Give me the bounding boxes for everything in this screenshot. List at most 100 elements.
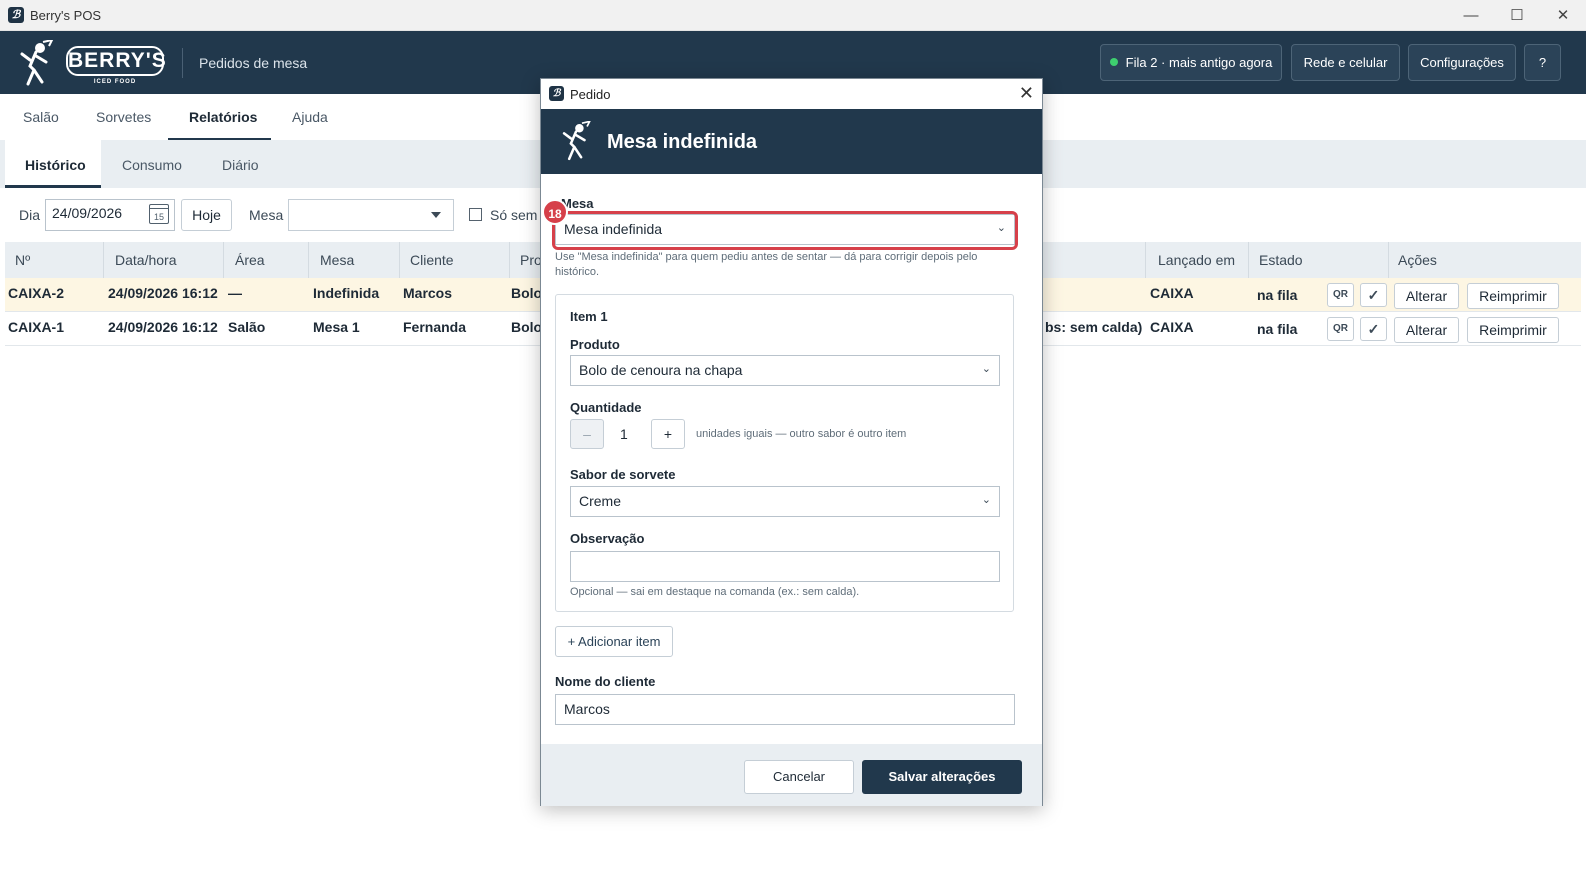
queue-status-button[interactable]: Fila 2 · mais antigo agora xyxy=(1100,44,1282,81)
note-input[interactable] xyxy=(570,551,1000,582)
queue-status-label: Fila 2 · mais antigo agora xyxy=(1125,55,1273,70)
add-item-button[interactable]: + Adicionar item xyxy=(555,626,673,657)
app-icon: ℬ xyxy=(549,86,564,101)
settings-button[interactable]: Configurações xyxy=(1408,44,1516,81)
col-datetime[interactable]: Data/hora xyxy=(115,252,176,268)
active-subtab-indicator xyxy=(5,185,101,188)
col-num[interactable]: Nº xyxy=(15,252,30,268)
mascot-icon xyxy=(20,40,54,86)
quantity-hint: unidades iguais — outro sabor é outro it… xyxy=(696,428,907,440)
day-date-input[interactable]: 24/09/2026 15 xyxy=(45,199,175,231)
cell-client: Marcos xyxy=(403,285,453,301)
cell-area: Salão xyxy=(228,319,266,335)
close-window-button[interactable]: ✕ xyxy=(1540,0,1586,31)
window-title: Berry's POS xyxy=(30,8,102,23)
product-select[interactable]: Bolo de cenoura na chapa ⌄ xyxy=(570,355,1000,386)
product-select-value: Bolo de cenoura na chapa xyxy=(579,362,743,378)
col-client[interactable]: Cliente xyxy=(410,252,454,268)
cell-num: CAIXA-1 xyxy=(8,319,65,335)
col-separator xyxy=(509,242,510,278)
tab-historico[interactable]: Histórico xyxy=(25,157,86,173)
chevron-down-icon: ⌄ xyxy=(981,494,991,506)
cell-product: Bolo xyxy=(511,319,543,335)
cancel-button[interactable]: Cancelar xyxy=(744,760,854,794)
dialog-body: Mesa Mesa indefinida ⌄ 18 Use "Mesa inde… xyxy=(541,174,1042,744)
col-separator xyxy=(399,242,400,278)
page-title: Pedidos de mesa xyxy=(199,55,308,71)
header-divider xyxy=(182,48,183,78)
qr-button[interactable]: QR xyxy=(1327,317,1354,341)
col-separator xyxy=(103,242,104,278)
order-dialog: ℬ Pedido ✕ Mesa indefinida Mesa Mesa ind… xyxy=(540,78,1043,806)
status-dot-icon xyxy=(1109,58,1118,66)
col-separator xyxy=(1145,242,1146,278)
col-product[interactable]: Pro xyxy=(520,252,542,268)
cell-state: na fila xyxy=(1257,287,1298,303)
day-date-value: 24/09/2026 xyxy=(52,205,123,221)
tab-consumo[interactable]: Consumo xyxy=(122,157,182,173)
only-without-checkbox[interactable] xyxy=(469,208,482,221)
cell-table: Mesa 1 xyxy=(313,319,360,335)
quantity-minus-button[interactable]: – xyxy=(570,419,604,449)
dialog-window-title: Pedido xyxy=(570,87,611,102)
quantity-label: Quantidade xyxy=(570,400,642,415)
reprint-button[interactable]: Reimprimir xyxy=(1467,283,1559,309)
dialog-footer: Cancelar Salvar alterações xyxy=(541,744,1042,806)
window-titlebar: ℬ Berry's POS — ☐ ✕ xyxy=(0,0,1586,31)
cell-table: Indefinida xyxy=(313,285,380,301)
note-label: Observação xyxy=(570,531,645,546)
app-icon: ℬ xyxy=(8,7,24,23)
save-button[interactable]: Salvar alterações xyxy=(862,760,1022,794)
edit-button[interactable]: Alterar xyxy=(1394,283,1459,309)
close-icon[interactable]: ✕ xyxy=(1019,83,1034,104)
cell-client: Fernanda xyxy=(403,319,467,335)
cell-datetime: 24/09/2026 16:12 xyxy=(108,319,218,335)
cell-state: na fila xyxy=(1257,321,1298,337)
quantity-plus-button[interactable]: + xyxy=(651,419,685,449)
highlight-outline xyxy=(552,211,1018,250)
client-name-input[interactable]: Marcos xyxy=(555,694,1015,725)
mesa-hint: Use "Mesa indefinida" para quem pediu an… xyxy=(555,251,978,278)
qr-button[interactable]: QR xyxy=(1327,283,1354,307)
table-filter-label: Mesa xyxy=(249,207,284,223)
mascot-icon xyxy=(562,121,591,161)
tab-relatorios[interactable]: Relatórios xyxy=(189,109,257,125)
tab-sorvetes[interactable]: Sorvetes xyxy=(96,109,151,125)
tab-diario[interactable]: Diário xyxy=(222,157,259,173)
tab-salao[interactable]: Salão xyxy=(23,109,59,125)
cell-num: CAIXA-2 xyxy=(8,285,65,301)
confirm-check-button[interactable]: ✓ xyxy=(1360,283,1387,307)
day-label: Dia xyxy=(19,207,41,223)
note-hint: Opcional — sai em destaque na comanda (e… xyxy=(570,586,860,598)
cell-area: — xyxy=(228,285,242,301)
flavor-select[interactable]: Creme ⌄ xyxy=(570,486,1000,517)
product-label: Produto xyxy=(570,337,620,352)
today-button[interactable]: Hoje xyxy=(181,199,232,231)
dialog-titlebar: ℬ Pedido ✕ xyxy=(541,79,1042,109)
logo-wordmark: BERRY'S xyxy=(66,46,166,76)
col-actions[interactable]: Ações xyxy=(1398,252,1437,268)
confirm-check-button[interactable]: ✓ xyxy=(1360,317,1387,341)
network-button[interactable]: Rede e celular xyxy=(1291,44,1400,81)
flavor-label: Sabor de sorvete xyxy=(570,467,676,482)
reprint-button[interactable]: Reimprimir xyxy=(1467,317,1559,343)
col-area[interactable]: Área xyxy=(235,252,265,268)
col-table[interactable]: Mesa xyxy=(320,252,354,268)
tab-ajuda[interactable]: Ajuda xyxy=(292,109,328,125)
edit-button[interactable]: Alterar xyxy=(1394,317,1459,343)
logo-subtitle: ICED FOOD xyxy=(93,79,137,85)
calendar-icon[interactable]: 15 xyxy=(149,204,169,224)
cell-product: Bolo xyxy=(511,285,543,301)
maximize-button[interactable]: ☐ xyxy=(1494,0,1540,31)
minimize-button[interactable]: — xyxy=(1448,0,1494,31)
col-state[interactable]: Estado xyxy=(1259,252,1303,268)
cell-datetime: 24/09/2026 16:12 xyxy=(108,285,218,301)
chevron-down-icon: ⌄ xyxy=(981,363,991,375)
col-separator xyxy=(1388,242,1389,278)
flavor-select-value: Creme xyxy=(579,493,622,509)
help-button[interactable]: ? xyxy=(1524,44,1561,81)
table-filter-select[interactable] xyxy=(288,199,454,231)
cell-product-note: bs: sem calda) xyxy=(1045,319,1143,335)
col-launched[interactable]: Lançado em xyxy=(1158,252,1235,268)
col-separator xyxy=(308,242,309,278)
